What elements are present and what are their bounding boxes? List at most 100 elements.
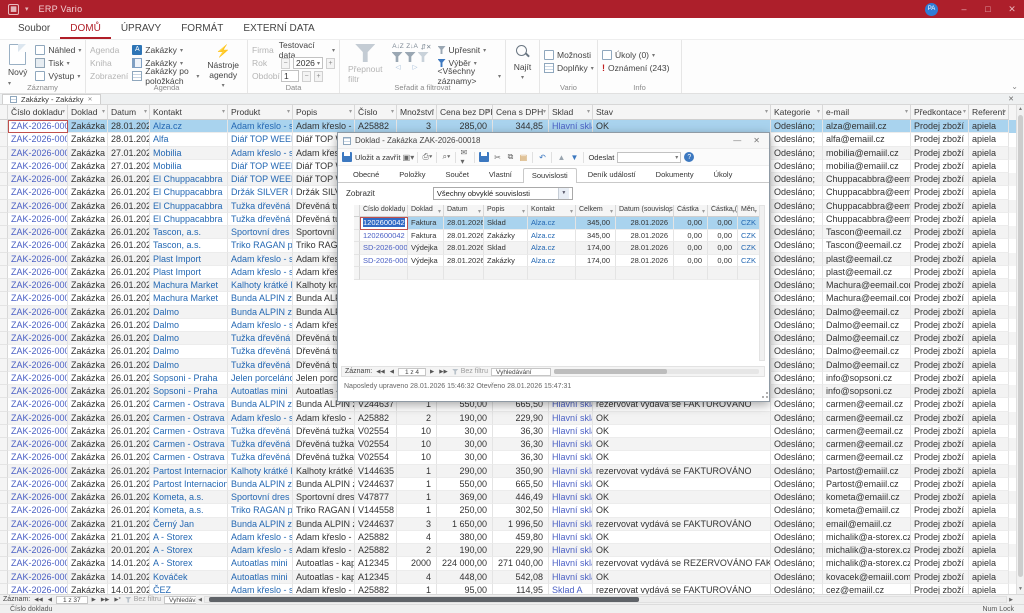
cell[interactable]: Odesláno; <box>771 557 823 570</box>
cell[interactable]: A - Storex <box>150 531 228 544</box>
cell[interactable]: Dalmo@eemail.cz <box>823 332 911 345</box>
cell[interactable]: A25882 <box>355 531 397 544</box>
dialog-search-input[interactable]: Vyhledávání <box>491 368 551 376</box>
cell[interactable]: V02554 <box>355 425 397 438</box>
cell[interactable]: apiela <box>969 266 1009 279</box>
cell[interactable]: rezervovat vydává se REZERVOVÁNO FAKTURO… <box>593 557 771 570</box>
cell[interactable] <box>616 267 674 280</box>
cell[interactable]: Zakázka <box>68 425 108 438</box>
cell[interactable]: Odesláno; <box>771 359 823 372</box>
dialog-tab-obecné[interactable]: Obecné <box>344 167 388 182</box>
cell[interactable]: Zakázky <box>484 255 528 268</box>
cell[interactable]: 0,00 <box>674 242 708 255</box>
cell[interactable]: 229,90 <box>493 412 549 425</box>
cell[interactable]: Zakázka <box>68 226 108 239</box>
cell[interactable]: Faktura <box>408 217 444 230</box>
table-row[interactable]: 1202600042Faktura28.01.2026SkladAlza.cz3… <box>354 217 762 230</box>
cell[interactable]: Adam křeslo - sklád <box>228 412 293 425</box>
column-header[interactable]: Referent <box>969 105 1009 120</box>
cell[interactable]: Tascon, a.s. <box>150 226 228 239</box>
cell[interactable]: 30,00 <box>437 438 493 451</box>
cell[interactable]: Chuppacabbra@eemail.cz <box>823 200 911 213</box>
cell[interactable]: ZAK-2026-00015 <box>8 200 68 213</box>
cell[interactable]: ZAK-2026-00007 <box>8 504 68 517</box>
column-header[interactable]: Měn <box>738 205 760 217</box>
cell[interactable]: plast@eemail.cz <box>823 266 911 279</box>
cell[interactable]: Hlavní sklad <box>549 491 593 504</box>
cell[interactable]: Zakázka <box>68 557 108 570</box>
column-header[interactable]: Číslo dokladu <box>360 205 408 217</box>
column-header[interactable]: e-mail <box>823 105 911 120</box>
cell[interactable]: Odesláno; <box>771 266 823 279</box>
row-selector[interactable] <box>0 478 8 491</box>
cell[interactable]: Prodej zboží <box>911 557 969 570</box>
cell[interactable]: Carmen - Ostrava <box>150 438 228 451</box>
cell[interactable]: Tužka dřevěná <box>228 359 293 372</box>
cell[interactable]: Prodej zboží <box>911 544 969 557</box>
dialog-first-record-button[interactable]: ◀◀ <box>375 369 385 375</box>
cell[interactable]: 28.01.2026 <box>616 242 674 255</box>
cell[interactable]: Sportovní dres ČR <box>293 491 355 504</box>
cell[interactable]: kovacek@emaiil.com <box>823 571 911 584</box>
cell[interactable]: 26.01.2026 <box>108 332 150 345</box>
sort-asc-icon[interactable]: A↓Z <box>392 43 405 51</box>
cell[interactable]: Zakázka <box>68 332 108 345</box>
row-selector[interactable] <box>0 213 8 226</box>
cell[interactable]: kometa@emaiil.cz <box>823 504 911 517</box>
cell[interactable]: Partost Internacional <box>150 465 228 478</box>
cell[interactable]: Prodej zboží <box>911 226 969 239</box>
cell[interactable]: 2000 <box>397 557 437 570</box>
cell[interactable]: 302,50 <box>493 504 549 517</box>
row-selector[interactable] <box>0 120 8 133</box>
cell[interactable]: Kováček <box>150 571 228 584</box>
cell[interactable]: 0,00 <box>708 242 738 255</box>
cell[interactable]: 26.01.2026 <box>108 491 150 504</box>
cell[interactable]: 26.01.2026 <box>108 186 150 199</box>
cell[interactable]: V47877 <box>355 491 397 504</box>
column-header[interactable]: Kontakt <box>528 205 576 217</box>
cell[interactable]: Carmen - Ostrava <box>150 425 228 438</box>
cell[interactable]: michalik@a-storex.cz <box>823 544 911 557</box>
cell[interactable]: Sopsoni - Praha <box>150 372 228 385</box>
cell[interactable]: 0,00 <box>708 255 738 268</box>
cell[interactable]: apiela <box>969 571 1009 584</box>
cell[interactable]: 542,08 <box>493 571 549 584</box>
cell[interactable]: Diář TOP WEEK <box>228 133 293 146</box>
cell[interactable]: Zakázka <box>68 120 108 133</box>
dialog-tab-vlastní[interactable]: Vlastní <box>480 167 521 182</box>
cell[interactable]: Zakázka <box>68 478 108 491</box>
options-button[interactable]: Možnosti <box>544 49 593 61</box>
cell[interactable]: V02554 <box>355 451 397 464</box>
cell[interactable]: Hlavní sklad <box>549 557 593 570</box>
row-selector[interactable] <box>0 266 8 279</box>
cell[interactable]: Dalmo@eemail.cz <box>823 306 911 319</box>
cell[interactable]: Dalmo <box>150 359 228 372</box>
cell[interactable]: Sklad <box>484 217 528 230</box>
cell[interactable]: Odesláno; <box>771 372 823 385</box>
cell[interactable]: Odesláno; <box>771 438 823 451</box>
cell[interactable]: 26.01.2026 <box>108 478 150 491</box>
cell[interactable]: Odesláno; <box>771 451 823 464</box>
row-selector[interactable] <box>0 491 8 504</box>
cell[interactable]: 21.01.2026 <box>108 518 150 531</box>
row-selector[interactable] <box>0 412 8 425</box>
cell[interactable]: 26.01.2026 <box>108 451 150 464</box>
cell[interactable]: Adam křeslo - sklád <box>228 319 293 332</box>
cell[interactable]: Prodej zboží <box>911 120 969 133</box>
cell[interactable]: apiela <box>969 186 1009 199</box>
cell[interactable]: Odesláno; <box>771 186 823 199</box>
cell[interactable]: 1 <box>397 504 437 517</box>
cell[interactable]: Odesláno; <box>771 491 823 504</box>
cell[interactable]: Zakázka <box>68 571 108 584</box>
cell[interactable]: Odesláno; <box>771 398 823 411</box>
cell[interactable]: Adam křeslo - sklá <box>293 412 355 425</box>
cell[interactable]: Prodej zboží <box>911 478 969 491</box>
cell[interactable]: Dalmo@eemail.cz <box>823 319 911 332</box>
dialog-next-record-button[interactable]: ▶ <box>429 369 435 375</box>
cell[interactable]: 665,50 <box>493 478 549 491</box>
cell[interactable]: michalik@a-storex.cz <box>823 531 911 544</box>
cell[interactable]: ZAK-2026-00013 <box>8 266 68 279</box>
cell[interactable]: A - Storex <box>150 544 228 557</box>
ribbon-tab-domů[interactable]: DOMŮ <box>60 19 111 39</box>
cell[interactable]: carmen@eemail.cz <box>823 425 911 438</box>
